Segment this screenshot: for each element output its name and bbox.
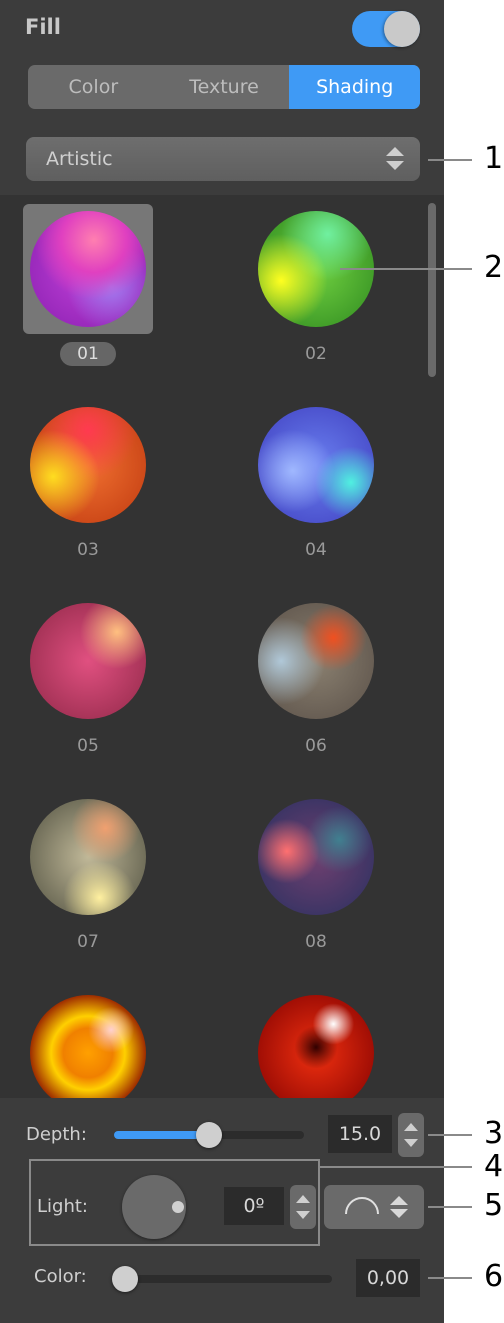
preset-label: 02 — [305, 344, 327, 364]
preset-label: 07 — [77, 932, 99, 952]
light-angle-value[interactable]: 0º — [224, 1187, 284, 1225]
preset-label: 08 — [305, 932, 327, 952]
depth-slider-fill — [114, 1131, 209, 1139]
preset-02[interactable]: 02 — [228, 195, 444, 391]
light-angle-stepper[interactable] — [290, 1185, 316, 1229]
depth-value[interactable]: 15.0 — [328, 1115, 392, 1153]
preset-label: 05 — [77, 736, 99, 756]
callout-2: 2 — [484, 250, 504, 285]
callout-4: 4 — [484, 1149, 504, 1184]
color-label: Color: — [34, 1266, 87, 1287]
callout-3: 3 — [484, 1116, 504, 1151]
shading-sphere[interactable] — [30, 603, 146, 719]
shading-sphere[interactable] — [258, 407, 374, 523]
tab-color[interactable]: Color — [28, 65, 159, 109]
preset-label: 01 — [60, 342, 116, 366]
depth-stepper[interactable] — [398, 1113, 424, 1157]
preset-03[interactable]: 03 — [0, 391, 228, 587]
preset-label: 04 — [305, 540, 327, 560]
fill-title: Fill — [25, 15, 61, 39]
callout-5: 5 — [484, 1188, 504, 1223]
preset-select[interactable]: Artistic — [26, 137, 420, 181]
preset-label: 06 — [305, 736, 327, 756]
preset-grid: 01 02 03 04 05 06 07 08 0910 — [0, 195, 444, 1098]
preset-05[interactable]: 05 — [0, 587, 228, 783]
shading-sphere[interactable] — [258, 799, 374, 915]
preset-07[interactable]: 07 — [0, 783, 228, 979]
shading-sphere[interactable] — [30, 799, 146, 915]
callout-line-3 — [428, 1134, 472, 1136]
callout-1: 1 — [484, 141, 504, 176]
color-value[interactable]: 0,00 — [356, 1259, 420, 1297]
callout-line-2 — [340, 268, 472, 270]
preset-01[interactable]: 01 — [0, 195, 228, 391]
shading-sphere[interactable] — [30, 407, 146, 523]
light-label: Light: — [37, 1196, 88, 1217]
light-curve-select[interactable] — [324, 1185, 424, 1229]
shading-sphere[interactable] — [30, 211, 146, 327]
arc-curve-icon — [345, 1196, 408, 1218]
callout-line-1 — [428, 159, 472, 161]
fill-type-tabs: Color Texture Shading — [28, 65, 420, 109]
dial-indicator[interactable] — [172, 1201, 184, 1213]
preset-select-value: Artistic — [46, 148, 113, 170]
preset-08[interactable]: 08 — [228, 783, 444, 979]
up-down-arrows-icon — [386, 147, 404, 171]
shading-sphere[interactable] — [30, 995, 146, 1098]
depth-slider-thumb[interactable] — [196, 1122, 222, 1148]
tab-shading[interactable]: Shading — [289, 65, 420, 109]
preset-09[interactable]: 09 — [0, 979, 228, 1098]
shading-sphere[interactable] — [258, 995, 374, 1098]
callout-line-4 — [320, 1166, 472, 1168]
toggle-knob[interactable] — [384, 11, 420, 47]
callout-6: 6 — [484, 1259, 504, 1294]
color-slider-thumb[interactable] — [112, 1266, 138, 1292]
fill-toggle[interactable] — [352, 11, 420, 47]
callout-line-6 — [428, 1277, 472, 1279]
light-angle-dial[interactable] — [122, 1175, 186, 1239]
tab-texture[interactable]: Texture — [159, 65, 290, 109]
color-slider[interactable] — [112, 1266, 332, 1292]
depth-slider[interactable] — [114, 1122, 304, 1148]
shading-sphere[interactable] — [258, 603, 374, 719]
callout-line-5 — [428, 1206, 472, 1208]
depth-label: Depth: — [26, 1124, 87, 1145]
preset-04[interactable]: 04 — [228, 391, 444, 587]
preset-10[interactable]: 10 — [228, 979, 444, 1098]
preset-06[interactable]: 06 — [228, 587, 444, 783]
preset-label: 03 — [77, 540, 99, 560]
